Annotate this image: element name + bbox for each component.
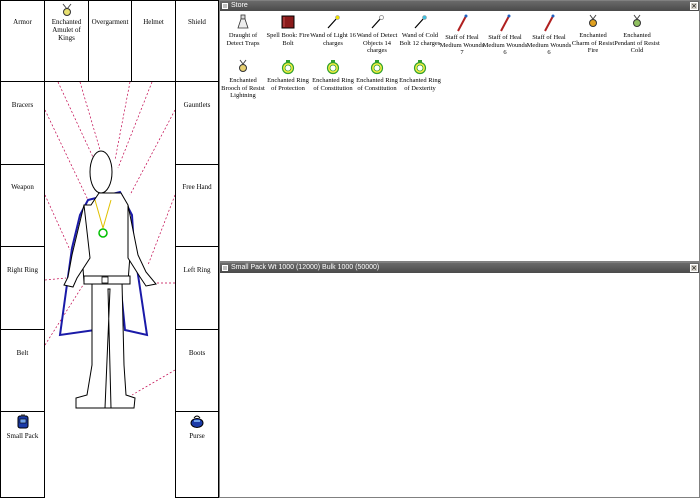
- left-ring-slot-label: Left Ring: [183, 266, 211, 274]
- weapon-slot-label: Weapon: [11, 183, 34, 191]
- ring-icon: [281, 60, 295, 75]
- small-pack-close-button[interactable]: ×: [690, 264, 698, 272]
- free-hand-slot[interactable]: Free Hand: [175, 164, 219, 247]
- right-ring-slot-label: Right Ring: [7, 266, 38, 274]
- store-item-label: Spell Book: Fire Bolt: [266, 32, 310, 47]
- store-item[interactable]: Wand of Cold Bolt 12 charges: [397, 14, 443, 47]
- ring-icon: [370, 60, 384, 75]
- store-item-label: Enchanted Charm of Resist Fire: [571, 32, 615, 54]
- store-item[interactable]: Enchanted Charm of Resist Fire: [570, 14, 616, 55]
- spellbook-icon: [281, 15, 295, 29]
- helmet-slot[interactable]: Helmet: [131, 0, 176, 82]
- brooch-icon: [239, 59, 247, 72]
- store-item[interactable]: Enchanted Pendant of Resist Cold: [614, 14, 660, 55]
- store-window[interactable]: Store × Draught of Detect Traps Spell Bo…: [219, 0, 700, 262]
- store-item[interactable]: Spell Book: Fire Bolt: [265, 14, 311, 47]
- store-item-label: Staff of Heal Medium Wounds 7: [439, 34, 485, 56]
- staff-icon: [457, 14, 468, 32]
- store-item-label: Staff of Heal Medium Wounds 6: [482, 34, 528, 56]
- store-item[interactable]: Wand of Light 16 charges: [310, 14, 356, 47]
- weapon-slot[interactable]: Weapon: [0, 164, 45, 247]
- boots-slot[interactable]: Boots: [175, 329, 219, 412]
- helmet-slot-label: Helmet: [143, 18, 164, 26]
- small-pack-item[interactable]: [1, 414, 44, 429]
- purse-slot-label: Purse: [189, 432, 205, 440]
- store-item-label: Wand of Detect Objects 14 charges: [356, 32, 398, 54]
- potion-flask-icon: [237, 14, 249, 29]
- right-ring-slot[interactable]: Right Ring: [0, 246, 45, 330]
- small-pack-slot[interactable]: Small Pack: [0, 411, 45, 498]
- small-pack-window[interactable]: Small Pack Wt 1000 (12000) Bulk 1000 (50…: [219, 262, 700, 498]
- left-ring-slot[interactable]: Left Ring: [175, 246, 219, 330]
- store-titlebar[interactable]: Store ×: [220, 1, 699, 11]
- store-item-label: Wand of Cold Bolt 12 charges: [399, 32, 441, 47]
- equipment-panel: Armor Enchanted Amulet of Kings Overgarm…: [0, 0, 219, 498]
- belt-slot[interactable]: Belt: [0, 329, 45, 412]
- store-item[interactable]: Enchanted Ring of Protection: [265, 59, 311, 92]
- store-close-button[interactable]: ×: [690, 2, 698, 10]
- purse-slot[interactable]: Purse: [175, 411, 219, 498]
- armor-slot[interactable]: Armor: [0, 0, 45, 82]
- store-item[interactable]: Enchanted Brooch of Resist Lightning: [220, 59, 266, 100]
- store-item[interactable]: Staff of Heal Medium Wounds 6: [482, 14, 528, 57]
- wand-icon: [371, 15, 384, 29]
- store-item-label: Draught of Detect Traps: [226, 32, 260, 47]
- overgarment-slot[interactable]: Overgarment: [88, 0, 132, 82]
- charm-icon: [589, 14, 597, 27]
- amulet-item[interactable]: [45, 3, 88, 17]
- character-figure: [45, 82, 175, 409]
- small-pack-titlebar[interactable]: Small Pack Wt 1000 (12000) Bulk 1000 (50…: [220, 263, 699, 273]
- purse-icon: [190, 415, 204, 428]
- backpack-icon: [17, 414, 28, 429]
- store-item-label: Wand of Light 16 charges: [310, 32, 356, 47]
- armor-slot-label: Armor: [13, 18, 32, 26]
- store-item-label: Enchanted Ring of Constitution: [356, 77, 398, 92]
- ring-icon: [326, 60, 340, 75]
- shield-slot-label: Shield: [188, 18, 206, 26]
- bracers-slot[interactable]: Bracers: [0, 81, 45, 165]
- store-item[interactable]: Enchanted Ring of Dexterity: [397, 59, 443, 92]
- store-item[interactable]: Staff of Heal Medium Wounds 7: [439, 14, 485, 57]
- amulet-icon: [62, 3, 71, 16]
- store-item-label: Enchanted Ring of Constitution: [312, 77, 354, 92]
- belt-slot-label: Belt: [16, 349, 29, 357]
- store-item-label: Enchanted Brooch of Resist Lightning: [221, 77, 265, 99]
- wand-icon: [327, 15, 340, 29]
- bracers-slot-label: Bracers: [11, 101, 34, 109]
- ring-icon: [413, 60, 427, 75]
- window-menu-icon[interactable]: [222, 265, 228, 271]
- store-item-label: Enchanted Ring of Dexterity: [399, 77, 441, 92]
- store-item[interactable]: Staff of Heal Medium Wounds 6: [526, 14, 572, 57]
- amulet-item-label: Enchanted Amulet of Kings: [51, 18, 82, 42]
- store-item[interactable]: Wand of Detect Objects 14 charges: [354, 14, 400, 55]
- small-pack-contents[interactable]: [220, 273, 699, 497]
- purse-item[interactable]: [176, 414, 218, 428]
- staff-icon: [500, 14, 511, 32]
- boots-slot-label: Boots: [188, 349, 206, 357]
- small-pack-title: Small Pack Wt 1000 (12000) Bulk 1000 (50…: [231, 264, 380, 271]
- store-item[interactable]: Enchanted Ring of Constitution: [310, 59, 356, 92]
- overgarment-slot-label: Overgarment: [91, 18, 129, 26]
- window-menu-icon[interactable]: [222, 3, 228, 9]
- amulet-slot[interactable]: Enchanted Amulet of Kings: [44, 0, 89, 82]
- store-title: Store: [231, 2, 248, 9]
- gauntlets-slot[interactable]: Gauntlets: [175, 81, 219, 165]
- gauntlets-slot-label: Gauntlets: [183, 101, 211, 109]
- pendant-icon: [633, 14, 641, 27]
- free-hand-slot-label: Free Hand: [182, 183, 212, 191]
- staff-icon: [544, 14, 555, 32]
- wand-icon: [414, 15, 427, 29]
- store-item-label: Staff of Heal Medium Wounds 6: [526, 34, 572, 56]
- store-item-label: Enchanted Pendant of Resist Cold: [614, 32, 660, 54]
- store-item-label: Enchanted Ring of Protection: [267, 77, 309, 92]
- small-pack-slot-label: Small Pack: [6, 432, 39, 440]
- shield-slot[interactable]: Shield: [175, 0, 219, 82]
- store-item[interactable]: Draught of Detect Traps: [220, 14, 266, 47]
- store-item[interactable]: Enchanted Ring of Constitution: [354, 59, 400, 92]
